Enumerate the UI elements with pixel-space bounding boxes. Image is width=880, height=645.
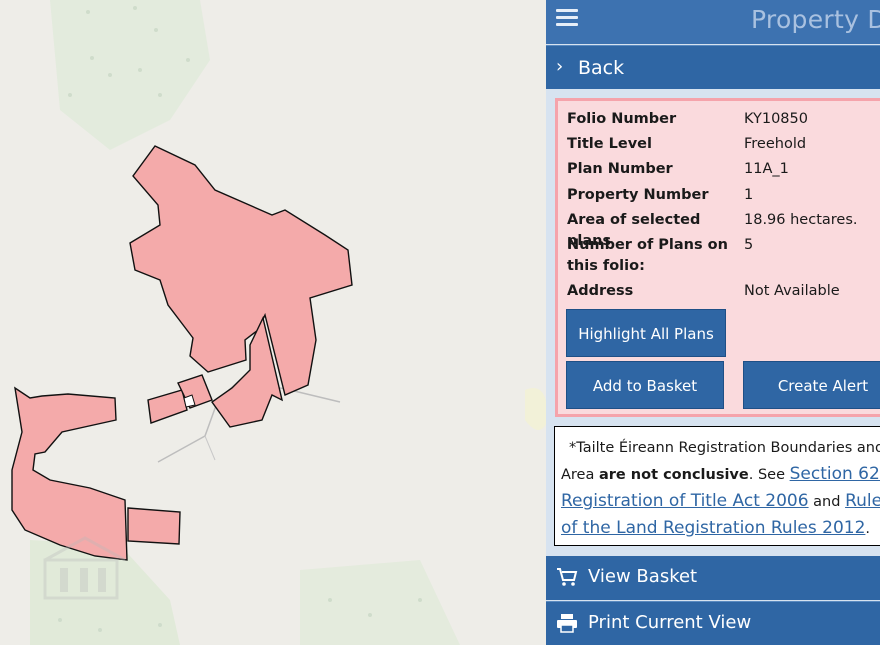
land-parcel[interactable] — [147, 389, 188, 424]
detail-label: Folio Number — [567, 111, 677, 127]
detail-value: 1 — [744, 187, 754, 203]
disclaimer-text: and — [808, 494, 846, 510]
detail-label: Number of Plans on — [567, 237, 728, 253]
detail-label: Title Level — [567, 136, 652, 152]
panel-header: Property D — [546, 0, 880, 44]
view-basket-label: View Basket — [588, 566, 698, 587]
registration-act-link[interactable]: Registration of Title Act 2006 — [561, 491, 809, 511]
detail-label: Plan Number — [567, 161, 673, 177]
create-alert-button[interactable]: Create Alert — [743, 361, 880, 409]
land-parcel[interactable] — [127, 507, 181, 545]
detail-label: Address — [567, 283, 634, 299]
green-area — [50, 0, 210, 150]
disclaimer-line: *Tailte Éireann Registration Boundaries … — [569, 440, 880, 456]
map-canvas[interactable] — [0, 0, 548, 645]
back-button[interactable]: › Back — [546, 45, 880, 89]
map-svg[interactable] — [0, 0, 548, 645]
back-label: Back — [578, 57, 625, 79]
print-current-view-button[interactable]: Print Current View — [546, 601, 880, 645]
chevron-right-icon: › — [556, 56, 564, 77]
road-line — [204, 435, 216, 461]
detail-value: 5 — [744, 237, 754, 253]
detail-value: KY10850 — [744, 111, 808, 127]
section-62-link[interactable]: Section 62( — [790, 464, 880, 484]
disclaimer-line: Registration of Title Act 2006 and Rule — [561, 488, 880, 515]
property-details-panel: Property D › Back Folio Number KY10850 T… — [546, 0, 880, 645]
hamburger-icon[interactable] — [556, 9, 578, 29]
detail-value: 11A_1 — [744, 161, 789, 177]
detail-value: 18.96 hectares. — [744, 212, 858, 228]
detail-value: Not Available — [744, 283, 840, 299]
disclaimer-text: Area — [561, 467, 599, 483]
property-details-card: Folio Number KY10850 Title Level Freehol… — [555, 98, 880, 417]
panel-title: Property D — [751, 5, 880, 34]
disclaimer-box: *Tailte Éireann Registration Boundaries … — [554, 426, 880, 546]
add-to-basket-button[interactable]: Add to Basket — [566, 361, 724, 409]
cart-icon — [557, 568, 578, 586]
disclaimer-line: Area are not conclusive. See Section 62( — [561, 461, 880, 488]
printer-icon — [557, 614, 577, 633]
detail-value: Freehold — [744, 136, 807, 152]
land-rules-link[interactable]: Rule — [845, 491, 880, 511]
detail-label: this folio: — [567, 258, 645, 274]
land-parcel-main[interactable] — [129, 145, 353, 396]
disclaimer-line: of the Land Registration Rules 2012. — [561, 515, 880, 542]
view-basket-button[interactable]: View Basket — [546, 556, 880, 600]
disclaimer-text: . See — [748, 467, 790, 483]
disclaimer-text: . — [865, 521, 871, 537]
green-area — [300, 560, 460, 645]
highlight-all-plans-button[interactable]: Highlight All Plans — [566, 309, 726, 357]
disclaimer-bold: are not conclusive — [598, 467, 749, 483]
detail-label: Property Number — [567, 187, 709, 203]
land-parcel-left[interactable] — [11, 386, 128, 561]
print-label: Print Current View — [588, 612, 752, 633]
light-patch — [525, 388, 548, 430]
land-rules-link-cont[interactable]: of the Land Registration Rules 2012 — [561, 518, 865, 538]
